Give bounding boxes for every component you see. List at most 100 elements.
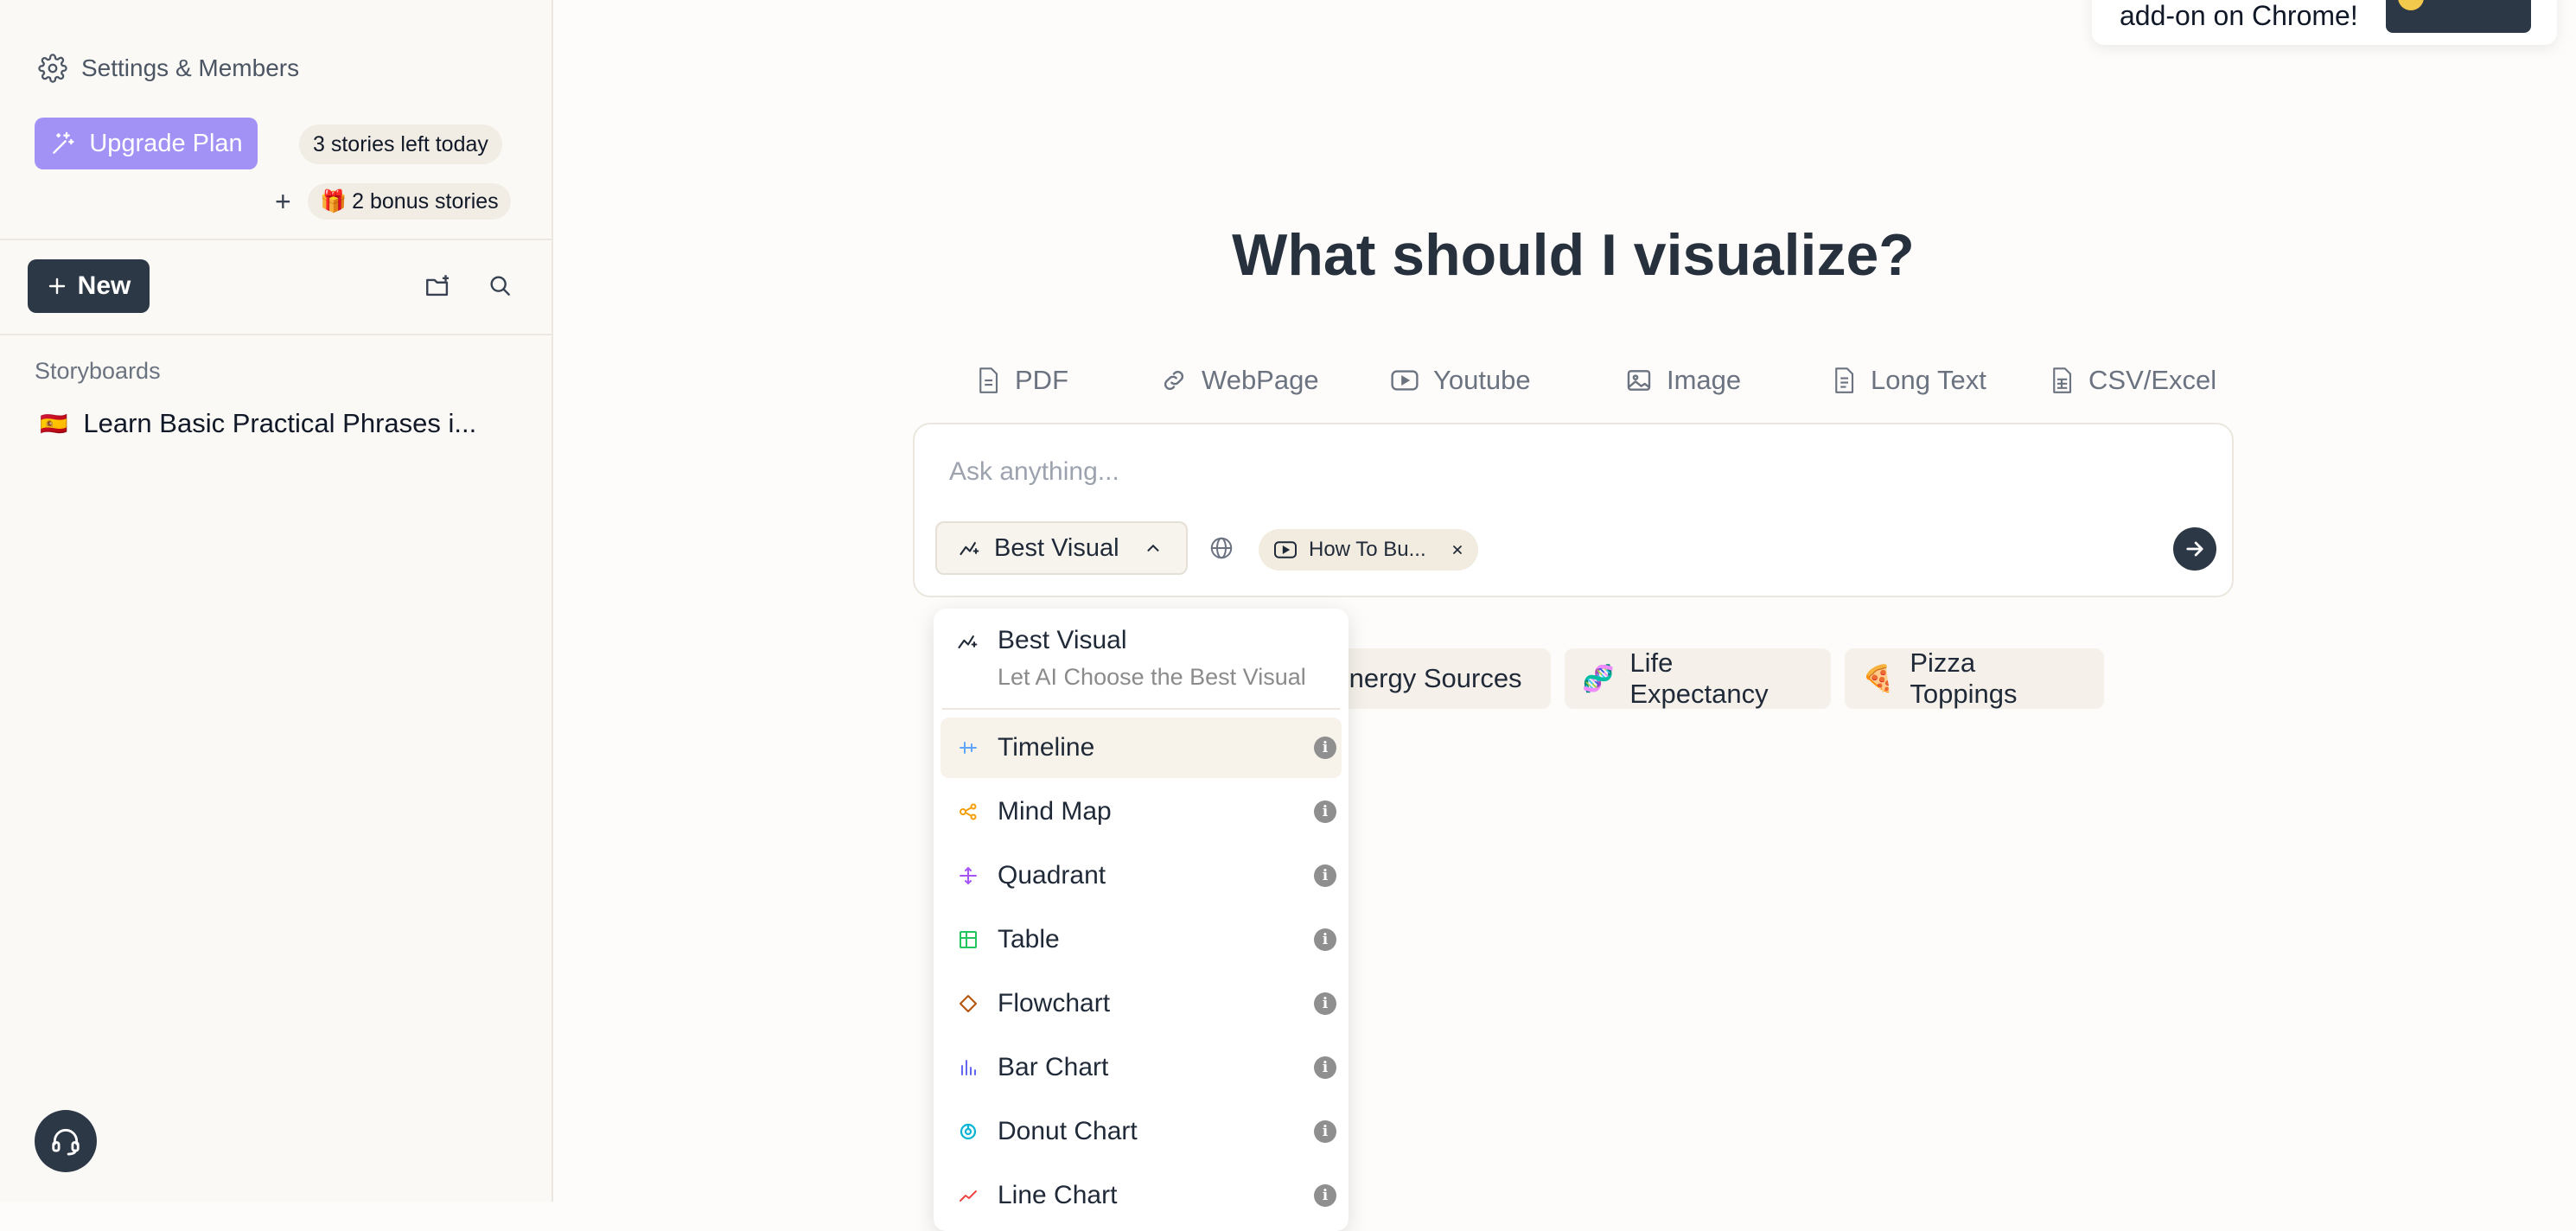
visual-select-label: Best Visual — [994, 533, 1119, 562]
info-icon[interactable]: i — [1314, 1056, 1336, 1079]
tab-label: Long Text — [1871, 365, 1986, 395]
youtube-icon — [1390, 367, 1419, 393]
dropdown-option-flowchart[interactable]: Flowchart i — [940, 973, 1342, 1034]
option-label: Mind Map — [998, 797, 1112, 826]
gear-icon — [38, 54, 67, 83]
tab-label: WebPage — [1202, 365, 1319, 395]
dropdown-option-donut-chart[interactable]: Donut Chart i — [940, 1101, 1342, 1162]
prompt-box: Best Visual How To Bu... — [913, 423, 2234, 597]
tab-youtube[interactable]: Youtube — [1390, 361, 1531, 399]
toast-text: add-on on Chrome! — [2120, 0, 2358, 31]
storyboards-heading: Storyboards — [35, 358, 161, 384]
suggestion-energy-sources[interactable]: Energy Sources — [1314, 648, 1551, 709]
info-icon[interactable]: i — [1314, 1120, 1336, 1143]
youtube-icon — [1272, 539, 1298, 560]
info-icon[interactable]: i — [1314, 1184, 1336, 1207]
option-label: Bar Chart — [998, 1053, 1109, 1081]
table-icon — [960, 931, 977, 948]
upgrade-plan-button[interactable]: Upgrade Plan — [35, 118, 258, 169]
spain-flag-icon: 🇪🇸 — [40, 410, 68, 437]
source-chip-label: How To Bu... — [1309, 538, 1426, 561]
option-label: Quadrant — [998, 861, 1106, 890]
tab-label: PDF — [1015, 365, 1068, 395]
stories-left-badge: 3 stories left today — [299, 124, 502, 164]
tab-webpage[interactable]: WebPage — [1160, 361, 1319, 399]
close-icon[interactable] — [1451, 543, 1464, 557]
sidebar-divider — [0, 239, 552, 240]
support-button[interactable] — [35, 1110, 97, 1172]
info-icon[interactable]: i — [1314, 992, 1336, 1015]
tab-long-text[interactable]: Long Text — [1831, 361, 1986, 399]
visual-type-dropdown: Best Visual Let AI Choose the Best Visua… — [934, 609, 1349, 1231]
mind-map-icon — [960, 803, 977, 820]
suggestion-life-expectancy[interactable]: 🧬 Life Expectancy — [1565, 647, 1831, 709]
search-icon[interactable] — [486, 271, 517, 303]
option-label: Donut Chart — [998, 1117, 1138, 1145]
dropdown-divider — [942, 708, 1340, 710]
arrow-right-icon — [2183, 537, 2207, 561]
suggestion-label: Energy Sources — [1331, 663, 1522, 693]
settings-members-link[interactable]: Settings & Members — [38, 50, 299, 86]
suggestion-pizza-toppings[interactable]: 🍕 Pizza Toppings — [1845, 647, 2104, 709]
best-visual-icon — [956, 629, 980, 654]
dropdown-option-line-chart[interactable]: Line Chart i — [940, 1165, 1342, 1226]
dropdown-option-mind-map[interactable]: Mind Map i — [940, 781, 1342, 842]
visual-type-select[interactable]: Best Visual — [935, 521, 1188, 575]
dropdown-option-timeline[interactable]: Timeline i — [940, 718, 1342, 778]
spreadsheet-icon — [2049, 366, 2075, 395]
sidebar-divider — [0, 334, 552, 335]
ask-input[interactable] — [947, 449, 2075, 495]
dropdown-option-quadrant[interactable]: Quadrant i — [940, 845, 1342, 906]
storyboard-title: Learn Basic Practical Phrases i... — [83, 408, 477, 438]
tab-label: CSV/Excel — [2088, 365, 2217, 395]
bar-chart-icon — [961, 1060, 976, 1075]
sidebar: Settings & Members Upgrade Plan 3 storie… — [0, 0, 553, 1202]
chrome-icon — [2398, 0, 2424, 10]
install-button[interactable] — [2386, 0, 2531, 33]
best-visual-icon — [958, 536, 982, 560]
info-icon[interactable]: i — [1314, 800, 1336, 823]
headset-icon — [49, 1125, 82, 1158]
storyboard-item[interactable]: 🇪🇸 Learn Basic Practical Phrases i... — [40, 408, 476, 439]
plus-icon — [47, 276, 67, 297]
sparkle-icon — [49, 130, 77, 157]
dropdown-option-table[interactable]: Table i — [940, 909, 1342, 970]
tab-label: Image — [1667, 365, 1742, 395]
timeline-icon — [960, 742, 977, 754]
send-button[interactable] — [2173, 527, 2216, 571]
image-icon — [1625, 367, 1653, 394]
globe-icon[interactable] — [1208, 535, 1234, 561]
youtube-source-chip[interactable]: How To Bu... — [1259, 529, 1478, 571]
suggestion-label: Life Expectancy — [1629, 647, 1769, 709]
info-icon[interactable]: i — [1314, 737, 1336, 759]
dna-emoji: 🧬 — [1582, 664, 1615, 693]
document-icon — [1831, 366, 1857, 395]
suggestion-label: Pizza Toppings — [1910, 647, 2018, 709]
new-label: New — [77, 271, 131, 300]
option-label: Flowchart — [998, 989, 1111, 1017]
info-icon[interactable]: i — [1314, 864, 1336, 887]
option-label: Timeline — [998, 733, 1095, 762]
chrome-addon-toast: add-on on Chrome! — [2092, 0, 2557, 45]
flowchart-icon — [960, 995, 977, 1012]
best-visual-title: Best Visual — [998, 626, 1127, 654]
option-label: Table — [998, 925, 1060, 954]
page-title: What should I visualize? — [1232, 222, 1915, 288]
new-folder-icon[interactable] — [424, 271, 455, 303]
tab-image[interactable]: Image — [1625, 361, 1741, 399]
chevron-up-icon — [1144, 539, 1163, 558]
tab-label: Youtube — [1433, 365, 1531, 395]
add-bonus-icon[interactable]: + — [275, 188, 291, 215]
option-label: Line Chart — [998, 1181, 1118, 1209]
donut-chart-icon — [960, 1123, 977, 1140]
dropdown-option-bar-chart[interactable]: Bar Chart i — [940, 1037, 1342, 1098]
tab-csv-excel[interactable]: CSV/Excel — [2049, 361, 2216, 399]
pizza-emoji: 🍕 — [1862, 664, 1895, 693]
bonus-stories-label: 2 bonus stories — [352, 188, 499, 214]
upgrade-plan-label: Upgrade Plan — [89, 129, 243, 157]
tab-pdf[interactable]: PDF — [975, 361, 1068, 399]
quadrant-icon — [960, 866, 977, 885]
new-button[interactable]: New — [28, 259, 150, 313]
info-icon[interactable]: i — [1314, 928, 1336, 951]
settings-members-label: Settings & Members — [81, 54, 300, 81]
